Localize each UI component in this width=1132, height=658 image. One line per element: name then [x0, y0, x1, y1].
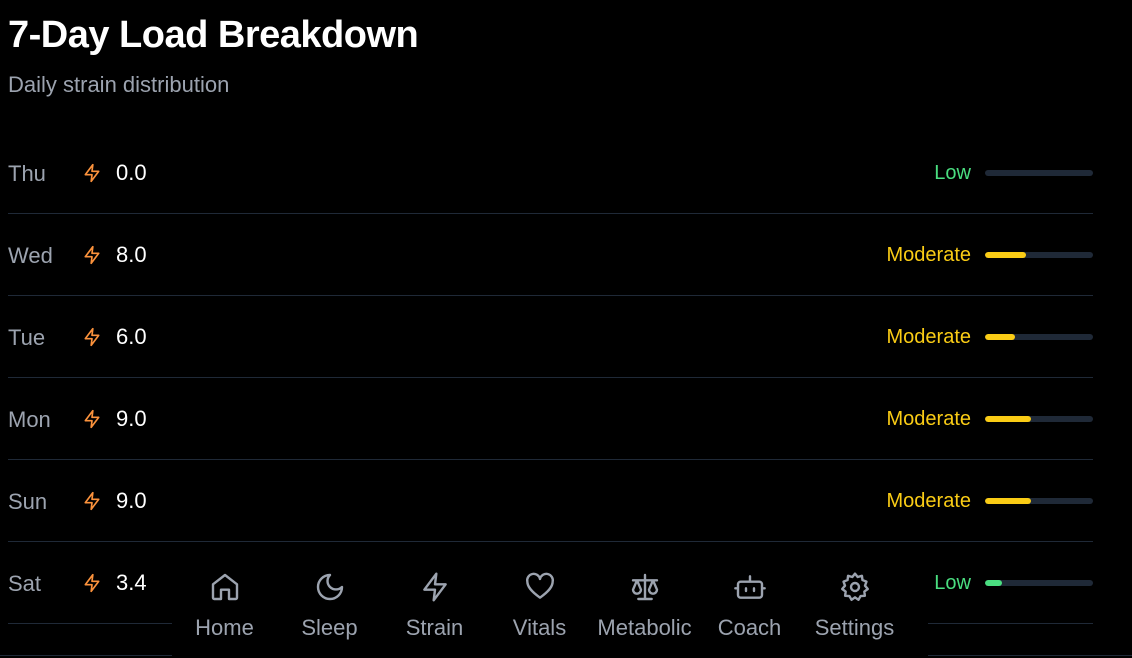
- moon-icon: [316, 573, 343, 601]
- strain-value: 0.0: [116, 160, 147, 185]
- nav-item-vitals[interactable]: Vitals: [487, 542, 592, 658]
- day-row: Thu 0.0 Low: [8, 132, 1093, 214]
- nav-label: Sleep: [301, 615, 358, 640]
- day-label: Thu: [8, 161, 46, 186]
- page-subtitle: Daily strain distribution: [8, 72, 230, 97]
- bolt-icon: [84, 573, 100, 593]
- strain-value: 9.0: [116, 488, 147, 513]
- strain-value: 6.0: [116, 324, 147, 349]
- bottom-nav: Home Sleep Strain Vitals Metabolic Coach…: [172, 541, 928, 658]
- strain-bar-fill: [985, 580, 1003, 586]
- nav-label: Metabolic: [597, 615, 692, 640]
- level-label: Moderate: [886, 326, 972, 348]
- strain-bar-fill: [985, 498, 1032, 504]
- bolt-icon: [84, 163, 100, 183]
- strain-value: 9.0: [116, 406, 147, 431]
- bolt-icon: [84, 327, 100, 347]
- strain-bar-fill: [985, 334, 1016, 340]
- strain-bar-fill: [985, 252, 1027, 258]
- day-label: Sun: [8, 489, 48, 514]
- level-label: Moderate: [886, 408, 972, 430]
- strain-bar: [985, 334, 1093, 340]
- strain-bar-fill: [985, 416, 1032, 422]
- strain-bar: [985, 580, 1093, 586]
- nav-item-sleep[interactable]: Sleep: [277, 542, 382, 658]
- bot-icon: [733, 575, 766, 599]
- nav-label: Settings: [814, 615, 895, 640]
- strain-bar: [985, 170, 1093, 176]
- bolt-icon: [84, 245, 100, 265]
- nav-label: Strain: [405, 615, 464, 640]
- level-label: Moderate: [886, 490, 972, 512]
- page-title: 7-Day Load Breakdown: [8, 14, 419, 56]
- strain-bar: [985, 252, 1093, 258]
- bolt-icon: [84, 491, 100, 511]
- level-label: Moderate: [886, 244, 972, 266]
- day-label: Tue: [8, 325, 46, 350]
- nav-label: Vitals: [512, 615, 567, 640]
- level-label: Low: [934, 572, 971, 594]
- day-row: Tue 6.0 Moderate: [8, 296, 1093, 378]
- nav-item-coach[interactable]: Coach: [697, 542, 802, 658]
- scale-icon: [631, 573, 658, 601]
- home-icon: [211, 573, 238, 601]
- bolt-icon: [84, 409, 100, 429]
- day-row: Wed 8.0 Moderate: [8, 214, 1093, 296]
- nav-label: Home: [195, 615, 254, 640]
- day-label: Wed: [8, 243, 53, 268]
- day-row: Sun 9.0 Moderate: [8, 460, 1093, 542]
- strain-value: 3.4: [116, 570, 147, 595]
- bolt-icon: [422, 572, 447, 602]
- strain-bar: [985, 416, 1093, 422]
- day-row: Mon 9.0 Moderate: [8, 378, 1093, 460]
- day-label: Sat: [8, 571, 42, 596]
- gear-icon: [840, 572, 869, 601]
- strain-bar: [985, 498, 1093, 504]
- nav-item-home[interactable]: Home: [172, 542, 277, 658]
- heart-icon: [525, 572, 554, 599]
- load-breakdown-screen: 7-Day Load Breakdown Daily strain distri…: [0, 0, 1132, 658]
- nav-item-settings[interactable]: Settings: [802, 542, 907, 658]
- level-label: Low: [934, 162, 971, 184]
- nav-item-metabolic[interactable]: Metabolic: [592, 542, 697, 658]
- nav-label: Coach: [717, 615, 782, 640]
- strain-value: 8.0: [116, 242, 147, 267]
- nav-item-strain[interactable]: Strain: [382, 542, 487, 658]
- day-label: Mon: [8, 407, 51, 432]
